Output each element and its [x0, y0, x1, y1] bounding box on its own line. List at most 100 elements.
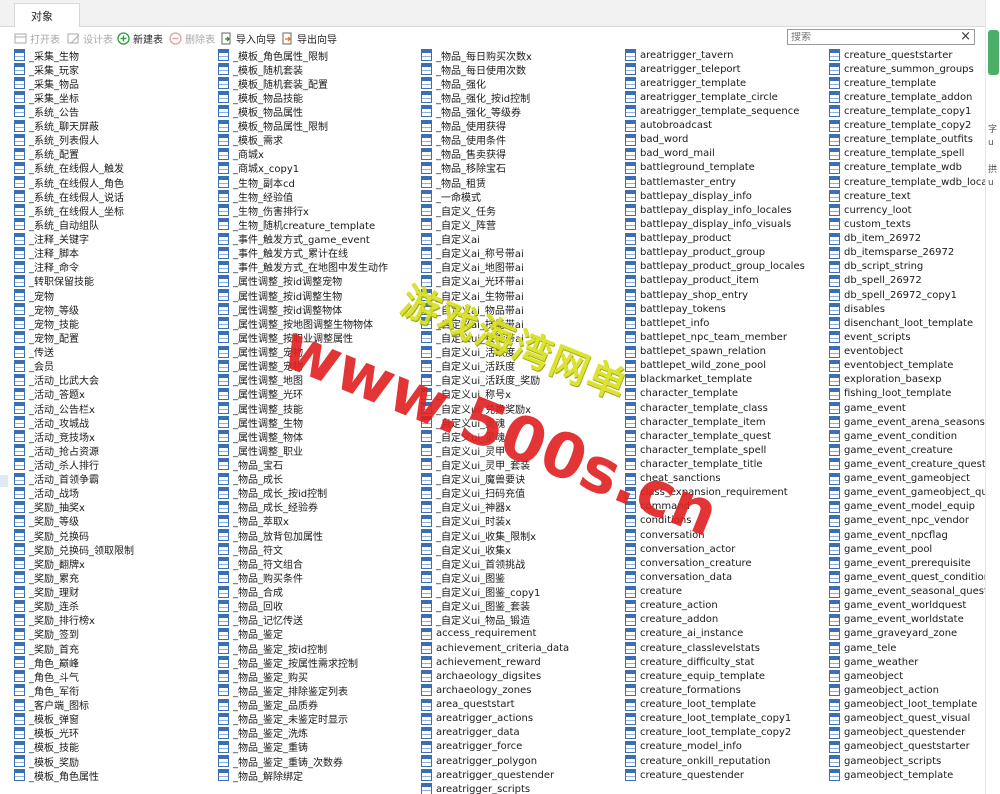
table-item[interactable]: achievement_reward	[421, 655, 541, 669]
table-item[interactable]: _物品_鉴定_按属性需求控制	[218, 655, 358, 670]
table-item[interactable]: _模板_物品属性	[218, 104, 303, 119]
table-item[interactable]: _物品_鉴定_购买	[218, 669, 308, 684]
table-item[interactable]: creature_template_spell	[829, 147, 964, 161]
table-item[interactable]: _物品_移除宝石	[421, 161, 506, 175]
table-item[interactable]: gameobject_queststarter	[829, 740, 970, 754]
table-item[interactable]: _物品_鉴定	[218, 627, 283, 641]
table-item[interactable]: battlepet_wild_zone_pool	[625, 359, 766, 373]
table-item[interactable]: _属性调整_按id调整物体	[218, 302, 342, 317]
table-item[interactable]: _自定义ui_收集x	[421, 542, 511, 557]
table-item[interactable]: exploration_basexp	[829, 373, 941, 387]
table-item[interactable]: creature	[625, 585, 682, 599]
table-item[interactable]: battlepay_shop_entry	[625, 288, 748, 302]
table-item[interactable]: _事件_触发方式_累计在线	[218, 246, 348, 260]
table-item[interactable]: _属性调整_按id调整宠物	[218, 274, 342, 288]
table-item[interactable]: event_scripts	[829, 330, 911, 344]
table-item[interactable]: gameobject	[829, 669, 903, 683]
table-item[interactable]: db_item_26972	[829, 232, 921, 246]
table-item[interactable]: battlepet_npc_team_member	[625, 330, 787, 344]
table-item[interactable]: _属性调整_职业	[218, 443, 303, 458]
table-item[interactable]: _系统_公告	[14, 104, 79, 119]
table-item[interactable]: _角色_斗气	[14, 669, 79, 684]
table-item[interactable]: _采集_生物	[14, 48, 79, 63]
table-item[interactable]: _活动_攻城战	[14, 415, 89, 430]
table-item[interactable]: creature_questender	[625, 768, 744, 782]
table-item[interactable]: _采集_玩家	[14, 62, 79, 77]
table-item[interactable]: _活动_战场	[14, 486, 79, 500]
table-item[interactable]: creature_summon_groups	[829, 62, 974, 76]
table-item[interactable]: _奖励_兑换码_领取限制	[14, 542, 134, 557]
search-box[interactable]: ×	[787, 29, 975, 45]
search-input[interactable]	[791, 31, 956, 43]
table-item[interactable]: _角色_军衔	[14, 683, 79, 698]
table-item[interactable]: _物品_放背包加属性	[218, 528, 323, 543]
table-item[interactable]: _物品_使用条件	[421, 133, 506, 147]
table-item[interactable]: db_spell_26972	[829, 274, 922, 288]
table-item[interactable]: game_event_npcflag	[829, 528, 948, 542]
table-item[interactable]: gameobject_quest_visual	[829, 712, 970, 726]
table-item[interactable]: _物品_每日使用次数	[421, 62, 526, 77]
tab-objects[interactable]: 对象	[14, 3, 80, 27]
table-item[interactable]: _模板_物品技能	[218, 90, 303, 105]
table-item[interactable]: creature_model_info	[625, 740, 742, 754]
table-item[interactable]: game_event_model_equip	[829, 500, 975, 514]
table-item[interactable]: _宠物_技能	[14, 316, 79, 331]
table-item[interactable]: game_event_gameobject_quest	[829, 486, 1000, 500]
table-item[interactable]: creature_addon	[625, 613, 718, 627]
table-item[interactable]: _模板_需求	[218, 133, 283, 147]
table-item[interactable]: _系统_在线假人_触发	[14, 161, 124, 175]
table-item[interactable]: _物品_宝石	[218, 457, 283, 472]
table-item[interactable]: battlepet_spawn_relation	[625, 345, 766, 359]
table-item[interactable]: achievement_criteria_data	[421, 641, 569, 655]
table-item[interactable]: game_event_creature_quest	[829, 457, 986, 471]
table-item[interactable]: _奖励_签到	[14, 627, 79, 641]
table-item[interactable]: creature_loot_template	[625, 698, 756, 712]
table-item[interactable]: areatrigger_template_circle	[625, 90, 778, 104]
table-item[interactable]: _奖励_累充	[14, 570, 79, 585]
table-item[interactable]: _物品_购买条件	[218, 570, 303, 585]
table-item[interactable]: _自定义ui_图鉴_套装	[421, 599, 530, 613]
table-item[interactable]: _属性调整_物体	[218, 429, 303, 444]
table-item[interactable]: _模板_角色属性	[14, 768, 99, 783]
table-item[interactable]: area_queststart	[421, 698, 515, 712]
table-item[interactable]: game_event	[829, 401, 906, 415]
table-item[interactable]: _属性调整_按id调整生物	[218, 288, 342, 303]
table-item[interactable]: _一命模式	[421, 189, 481, 204]
table-item[interactable]: _奖励_连杀	[14, 599, 79, 613]
table-item[interactable]: _自定义ui_图鉴	[421, 570, 505, 585]
table-item[interactable]: _转职保留技能	[14, 274, 94, 288]
table-item[interactable]: fishing_loot_template	[829, 387, 951, 401]
table-item[interactable]: gameobject_scripts	[829, 754, 941, 768]
table-item[interactable]: _物品_成长_经验券	[218, 500, 318, 514]
table-item[interactable]: _商城x	[218, 147, 264, 161]
table-item[interactable]: autobroadcast	[625, 119, 712, 133]
table-item[interactable]: _属性调整_技能	[218, 401, 303, 416]
table-item[interactable]: _奖励_首充	[14, 641, 79, 656]
table-item[interactable]: _物品_鉴定_排除鉴定列表	[218, 683, 348, 698]
table-item[interactable]: eventobject	[829, 345, 903, 359]
table-item[interactable]: game_event_creature	[829, 443, 953, 457]
table-item[interactable]: _物品_符文组合	[218, 556, 303, 571]
import-wizard-button[interactable]: 导入向导	[220, 30, 276, 46]
table-item[interactable]: bad_word_mail	[625, 147, 715, 161]
table-item[interactable]: areatrigger_polygon	[421, 754, 537, 768]
table-item[interactable]: db_spell_26972_copy1	[829, 288, 957, 302]
table-item[interactable]: _模板_奖励	[14, 754, 79, 769]
table-item[interactable]: currency_loot	[829, 203, 912, 217]
table-item[interactable]: _自定义_阵营	[421, 217, 496, 232]
table-item[interactable]: _系统_列表假人	[14, 133, 99, 147]
table-item[interactable]: creature_text	[829, 189, 911, 203]
table-item[interactable]: _奖励_等级	[14, 514, 79, 528]
table-item[interactable]: _物品_记忆传送	[218, 613, 303, 627]
table-item[interactable]: creature_template_copy1	[829, 104, 971, 118]
table-item[interactable]: eventobject_template	[829, 359, 953, 373]
delete-table-button[interactable]: 删除表	[169, 30, 215, 46]
open-table-button[interactable]: 打开表	[14, 30, 60, 46]
table-item[interactable]: game_weather	[829, 655, 918, 669]
table-item[interactable]: _物品_强化_按id控制	[421, 90, 530, 105]
table-item[interactable]: _活动_竞技场x	[14, 429, 95, 444]
table-item[interactable]: gameobject_template	[829, 768, 953, 782]
table-item[interactable]: _模板_弹窗	[14, 712, 79, 726]
table-item[interactable]: _活动_公告栏x	[14, 401, 95, 416]
table-item[interactable]: bad_word	[625, 133, 688, 147]
